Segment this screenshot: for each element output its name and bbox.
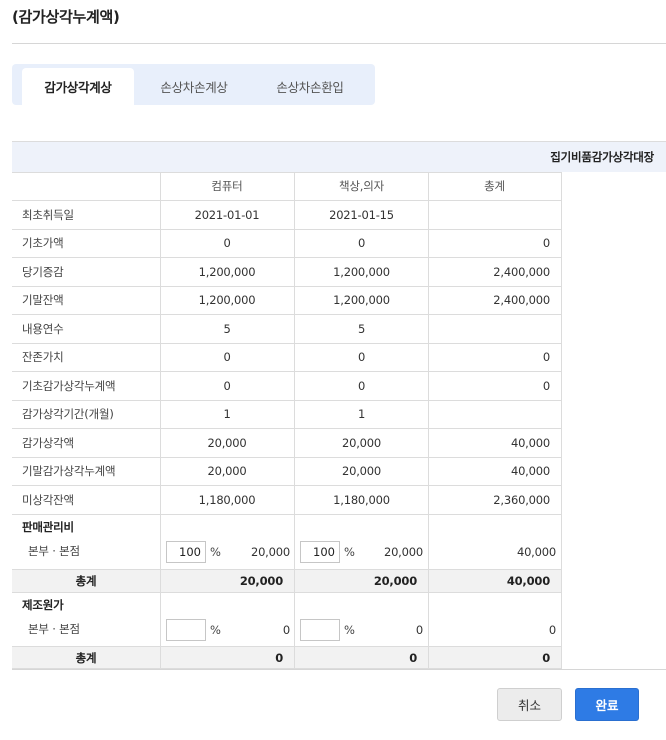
sga-total-amount: 40,000 [516,545,556,559]
cell-computer: 1,200,000 [198,265,256,279]
row-label: 최초취득일 [22,208,74,222]
cell-total [428,201,550,229]
sga-desk-chair-amount: 20,000 [383,545,423,559]
cell-computer: 1 [223,407,231,421]
sga-sum-total: 40,000 [506,573,550,588]
cell-computer: 5 [223,322,231,336]
row-label: 기말감가상각누계액 [22,464,116,478]
sga-computer-percent-input[interactable] [166,541,206,563]
cell-total: 0 [542,350,550,364]
mfg-branch-label: 본부 · 본점 [28,622,80,636]
percent-sign: % [210,545,221,559]
mfg-desk-chair-percent-input[interactable] [300,619,340,641]
cell-desk-chair: 20,000 [341,436,382,450]
cell-desk-chair: 0 [357,350,366,364]
cell-desk-chair: 0 [357,379,366,393]
col-header-computer: 컴퓨터 [211,179,243,193]
mfg-section-title: 제조원가 [22,598,64,612]
cell-desk-chair: 1,200,000 [333,293,390,307]
complete-button[interactable]: 완료 [575,688,639,721]
cell-computer: 1,180,000 [198,493,256,507]
cell-computer: 20,000 [207,464,247,478]
depreciation-ledger-table: 집기비품감가상각대장 컴퓨터 책상,의자 총계 최초취득일 2021-01-01… [12,141,666,669]
col-header-total: 총계 [484,179,505,193]
row-label: 감가상각액 [22,436,74,450]
cell-desk-chair: 0 [357,236,366,250]
sga-sum-desk-chair: 20,000 [373,573,417,588]
row-label: 기말잔액 [22,293,64,307]
mfg-sum-total: 0 [542,650,550,665]
row-label: 내용연수 [22,322,64,336]
footer-divider [12,669,666,670]
cell-desk-chair: 1 [357,407,366,421]
cell-total: 0 [542,236,550,250]
row-label: 당기증감 [22,265,64,279]
tab-impairment-loss[interactable]: 손상차손계상 [138,68,250,105]
mfg-sum-desk-chair: 0 [409,650,417,665]
cell-computer: 0 [223,379,231,393]
mfg-sum-computer: 0 [275,650,283,665]
mfg-desk-chair-amount: 0 [415,623,423,637]
cell-total: 0 [542,379,550,393]
cell-computer: 2021-01-01 [194,208,260,222]
cell-total: 2,400,000 [493,265,550,279]
mfg-computer-amount: 0 [282,623,290,637]
tab-depreciation[interactable]: 감가상각계상 [22,68,134,105]
mfg-total-amount: 0 [548,623,556,637]
cell-desk-chair: 1,180,000 [333,493,390,507]
cell-desk-chair: 20,000 [341,464,382,478]
sga-section-title: 판매관리비 [22,520,74,534]
mfg-computer-percent-input[interactable] [166,619,206,641]
cell-total [428,400,550,428]
sga-branch-label: 본부 · 본점 [28,544,80,558]
percent-sign: % [344,623,355,637]
ledger-title: 집기비품감가상각대장 [550,150,654,164]
cell-desk-chair: 5 [357,322,366,336]
row-label: 잔존가치 [22,350,64,364]
cell-computer: 0 [223,236,231,250]
row-label: 미상각잔액 [22,493,74,507]
cell-computer: 1,200,000 [198,293,256,307]
cell-desk-chair: 1,200,000 [333,265,390,279]
sga-desk-chair-percent-input[interactable] [300,541,340,563]
cancel-button[interactable]: 취소 [497,688,562,721]
cell-total: 2,400,000 [493,293,550,307]
cell-total: 2,360,000 [493,493,550,507]
page-title: (감가상각누계액) [12,8,120,26]
sga-sum-label: 총계 [75,573,97,588]
col-header-desk-chair: 책상,의자 [339,179,384,193]
cell-computer: 0 [223,350,231,364]
cell-computer: 20,000 [207,436,247,450]
mfg-sum-label: 총계 [75,650,97,665]
sga-computer-amount: 20,000 [250,545,290,559]
cell-total: 40,000 [510,436,550,450]
row-label: 기초가액 [22,236,64,250]
row-label: 기초감가상각누계액 [22,379,116,393]
cell-desk-chair: 2021-01-15 [329,208,394,222]
tab-bar: 감가상각계상 손상차손계상 손상차손환입 [12,64,375,105]
tab-impairment-reversal[interactable]: 손상차손환입 [254,68,366,105]
cell-total: 40,000 [510,464,550,478]
sga-sum-computer: 20,000 [239,573,283,588]
title-divider [12,43,666,44]
percent-sign: % [344,545,355,559]
percent-sign: % [210,623,221,637]
row-label: 감가상각기간(개월) [22,407,114,421]
cell-total [428,315,550,343]
